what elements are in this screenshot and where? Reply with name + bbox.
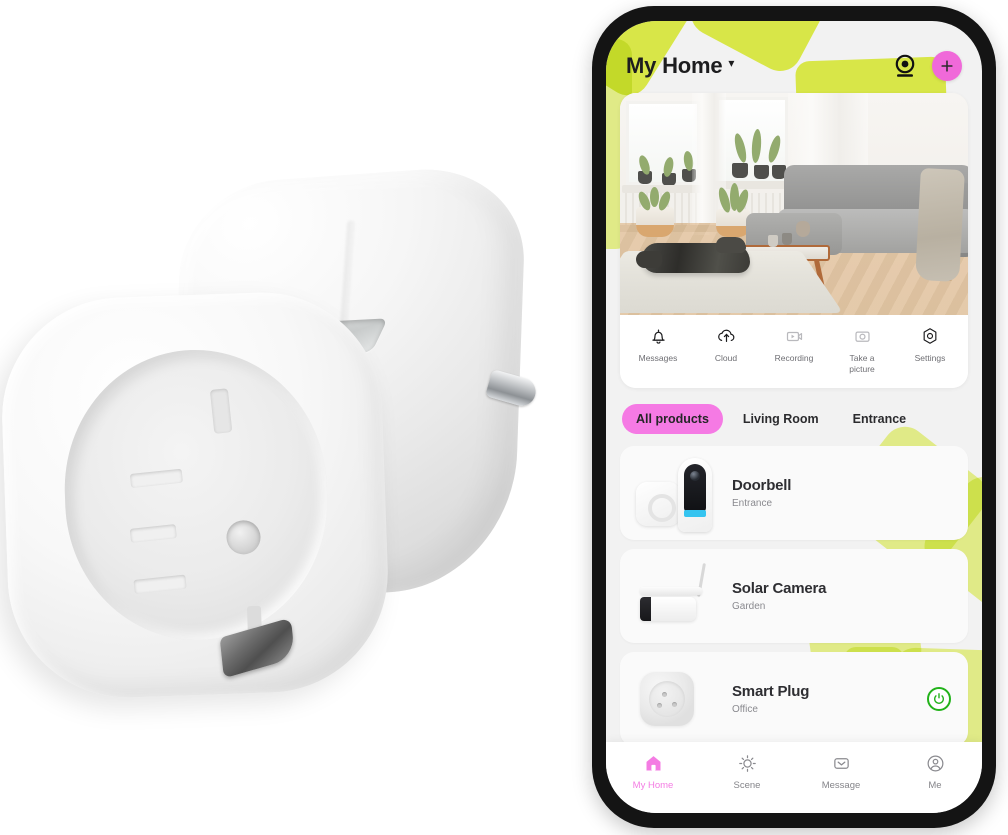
quick-action-label: Take a picture <box>849 353 875 374</box>
bell-icon <box>649 325 668 347</box>
add-device-button[interactable] <box>932 51 962 81</box>
doorbell-thumb <box>634 454 726 533</box>
sun-icon <box>737 753 758 774</box>
device-list: Doorbell Entrance Solar Camera Garden Sm… <box>606 446 982 747</box>
plug-ground-prong <box>217 605 299 679</box>
quick-action-take-picture[interactable]: Take a picture <box>828 325 896 374</box>
room-filter-chips: All products Living Room Entrance <box>606 388 982 446</box>
bottom-navigation: My Home Scene Message Me <box>606 742 982 813</box>
page-title[interactable]: My Home <box>626 53 723 79</box>
nav-item-scene[interactable]: Scene <box>700 753 794 791</box>
plug-render <box>0 130 570 730</box>
device-name: Doorbell <box>732 477 792 495</box>
gear-icon <box>920 325 940 347</box>
nav-label: My Home <box>632 780 674 791</box>
camera-snapshot-icon <box>852 325 873 347</box>
device-action-slot <box>924 687 954 712</box>
screenshot-canvas: My Home ▾ Messages Cloud Recording Take … <box>0 0 1008 835</box>
smart-plug-product-photo <box>0 130 570 730</box>
device-name: Solar Camera <box>732 580 827 598</box>
nav-label: Message <box>821 780 861 791</box>
solar-camera-thumb <box>634 557 726 635</box>
nav-item-message[interactable]: Message <box>794 753 888 791</box>
chip-entrance[interactable]: Entrance <box>839 404 921 434</box>
nav-item-my-home[interactable]: My Home <box>606 753 700 791</box>
phone-screen: My Home ▾ Messages Cloud Recording Take … <box>606 21 982 813</box>
nav-label: Scene <box>733 780 761 791</box>
quick-action-label: Cloud <box>714 353 738 363</box>
app-header: My Home ▾ <box>606 21 982 89</box>
phone-mockup: My Home ▾ Messages Cloud Recording Take … <box>592 6 996 828</box>
home-hero-card[interactable]: Messages Cloud Recording Take a picture … <box>620 93 968 389</box>
device-room: Office <box>732 704 758 716</box>
quick-action-settings[interactable]: Settings <box>896 325 964 374</box>
nav-item-me[interactable]: Me <box>888 753 982 791</box>
quick-action-label: Messages <box>638 353 678 363</box>
doorbell-camera-image <box>678 458 712 533</box>
plug-earth-clip <box>209 388 233 434</box>
quick-actions-row: Messages Cloud Recording Take a picture … <box>620 315 968 389</box>
cloud-upload-icon <box>716 325 737 347</box>
plus-icon <box>941 60 953 72</box>
device-name: Smart Plug <box>732 683 810 701</box>
power-icon <box>933 693 945 705</box>
envelope-icon <box>831 753 852 774</box>
nav-label: Me <box>928 780 942 791</box>
plug-side-slot <box>129 524 177 543</box>
camera-body <box>640 597 696 622</box>
doorbell-chime-image <box>636 482 680 527</box>
quick-action-messages[interactable]: Messages <box>624 325 692 374</box>
quick-action-label: Settings <box>914 353 946 363</box>
smart-plug-thumb <box>634 660 726 738</box>
webcam-icon[interactable] <box>892 53 918 79</box>
power-toggle-button[interactable] <box>927 687 951 712</box>
solar-panel <box>640 587 702 596</box>
quick-action-label: Recording <box>774 353 814 363</box>
chevron-down-icon[interactable]: ▾ <box>728 57 734 69</box>
device-card-smart-plug[interactable]: Smart Plug Office <box>620 652 968 747</box>
plug-side-slot <box>133 574 187 594</box>
quick-action-recording[interactable]: Recording <box>760 325 828 374</box>
device-room: Garden <box>732 601 766 613</box>
plug-socket-recess <box>60 345 332 679</box>
user-circle-icon <box>925 753 946 774</box>
home-icon <box>643 753 664 774</box>
plug-front-face <box>0 288 392 702</box>
device-card-solar-camera[interactable]: Solar Camera Garden <box>620 549 968 644</box>
plug-side-slot <box>129 468 183 489</box>
device-card-doorbell[interactable]: Doorbell Entrance <box>620 446 968 541</box>
chip-living-room[interactable]: Living Room <box>729 404 833 434</box>
chip-all-products[interactable]: All products <box>622 404 723 435</box>
recording-icon <box>784 325 805 347</box>
living-room-photo <box>620 93 968 315</box>
plug-socket-hole <box>225 519 262 555</box>
quick-action-cloud[interactable]: Cloud <box>692 325 760 374</box>
plug-image <box>640 672 694 727</box>
device-room: Entrance <box>732 498 773 510</box>
